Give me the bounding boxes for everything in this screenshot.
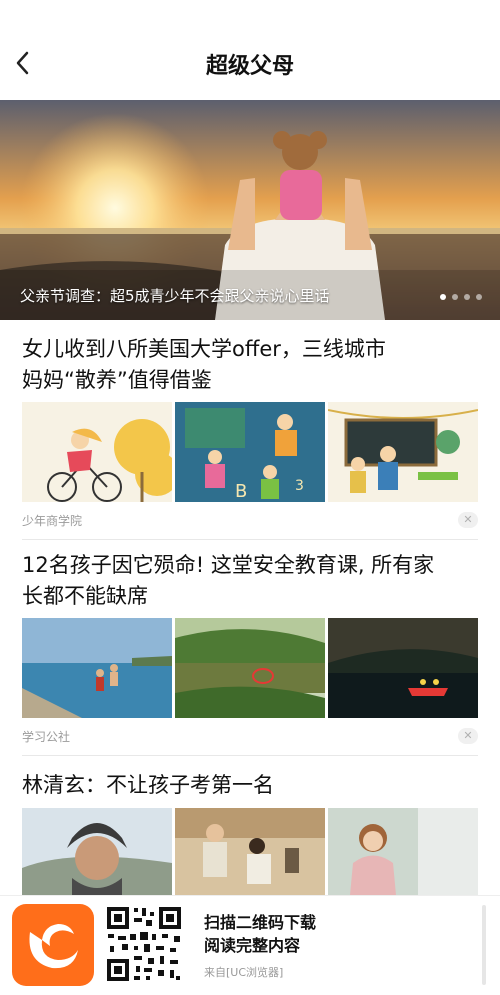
article-title-line: 12名孩子因它殒命! 这堂安全教育课, 所有家 xyxy=(22,553,435,577)
carousel-dot xyxy=(476,294,482,300)
download-source: 来自[UC浏览器] xyxy=(204,966,284,979)
article-card[interactable]: 林清玄：不让孩子考第一名 xyxy=(0,758,500,895)
download-prompt: 扫描二维码下载 xyxy=(204,913,317,932)
article-thumbnail xyxy=(22,618,172,718)
article-title-line: 妈妈“散养”值得借鉴 xyxy=(22,368,212,392)
carousel-dot xyxy=(452,294,458,300)
top-bar: 超级父母 xyxy=(0,0,500,100)
banner-caption: 父亲节调查：超5成青少年不会跟父亲说心里话 xyxy=(20,287,330,305)
article-thumbnails xyxy=(22,808,478,895)
svg-text:B: B xyxy=(235,481,247,502)
carousel-dot xyxy=(440,294,446,300)
article-thumbnail xyxy=(328,808,478,895)
svg-text:3: 3 xyxy=(295,478,304,494)
page-title: 超级父母 xyxy=(205,54,294,79)
article-title: 林清玄：不让孩子考第一名 xyxy=(22,770,478,801)
article-thumbnail xyxy=(175,808,325,895)
article-title-line: 女儿收到八所美国大学offer，三线城市 xyxy=(22,337,386,361)
article-thumbnails: B 3 xyxy=(22,402,478,502)
article-thumbnail xyxy=(328,618,478,718)
banner-carousel[interactable]: 父亲节调查：超5成青少年不会跟父亲说心里话 xyxy=(0,100,500,320)
qr-code xyxy=(104,904,184,984)
article-card[interactable]: 女儿收到八所美国大学offer，三线城市 妈妈“散养”值得借鉴 B 3 少年商学… xyxy=(0,320,500,540)
article-thumbnail xyxy=(175,618,325,718)
article-card[interactable]: 12名孩子因它殒命! 这堂安全教育课, 所有家 长都不能缺席 学习公社 ✕ xyxy=(0,540,500,758)
scrollbar[interactable] xyxy=(482,905,486,985)
article-thumbnail: B 3 xyxy=(175,402,325,502)
divider xyxy=(22,755,478,756)
carousel-indicator xyxy=(440,294,482,300)
article-source: 少年商学院 xyxy=(22,514,83,528)
dismiss-icon[interactable]: ✕ xyxy=(458,728,478,744)
carousel-dot xyxy=(464,294,470,300)
article-thumbnail xyxy=(22,808,172,895)
article-title-line: 林清玄：不让孩子考第一名 xyxy=(22,773,274,797)
download-banner[interactable]: 扫描二维码下载 阅读完整内容 来自[UC浏览器] xyxy=(0,895,500,995)
uc-browser-logo[interactable] xyxy=(12,904,94,986)
dismiss-icon[interactable]: ✕ xyxy=(458,512,478,528)
article-thumbnail xyxy=(328,402,478,502)
article-thumbnails xyxy=(22,618,478,718)
article-thumbnail xyxy=(22,402,172,502)
article-title-line: 长都不能缺席 xyxy=(22,584,148,608)
article-source: 学习公社 xyxy=(22,730,71,744)
article-title: 12名孩子因它殒命! 这堂安全教育课, 所有家 长都不能缺席 xyxy=(22,550,478,612)
download-prompt-sub: 阅读完整内容 xyxy=(204,936,301,955)
article-title: 女儿收到八所美国大学offer，三线城市 妈妈“散养”值得借鉴 xyxy=(22,334,478,396)
